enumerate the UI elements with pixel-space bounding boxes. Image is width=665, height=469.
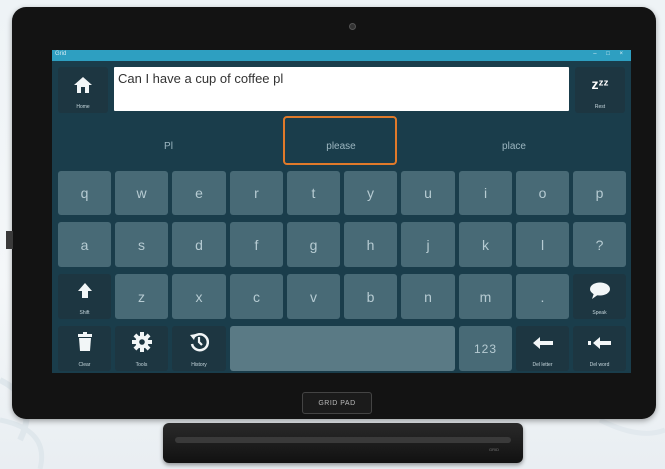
key-d[interactable]: d — [172, 222, 226, 267]
key-m[interactable]: m — [459, 274, 512, 319]
trash-icon — [58, 332, 111, 352]
key-j[interactable]: j — [401, 222, 455, 267]
gear-icon — [115, 332, 168, 352]
side-button — [6, 231, 13, 249]
bezel-logo: GRID PAD — [302, 392, 372, 414]
tools-button[interactable]: Tools — [115, 326, 168, 371]
title-bar: Grid – □ × — [52, 50, 631, 61]
key-n[interactable]: n — [401, 274, 455, 319]
key-u[interactable]: u — [401, 171, 455, 215]
shift-label: Shift — [79, 310, 90, 316]
history-label: History — [191, 362, 207, 368]
key-question-mark[interactable]: ? — [573, 222, 626, 267]
key-b[interactable]: b — [344, 274, 397, 319]
delete-letter-label: Del letter — [532, 362, 553, 368]
key-s[interactable]: s — [115, 222, 168, 267]
key-t[interactable]: t — [287, 171, 340, 215]
delete-letter-button[interactable]: Del letter — [516, 326, 569, 371]
speaker-grill — [175, 437, 511, 443]
message-window[interactable]: Can I have a cup of coffee pl — [114, 67, 569, 111]
key-period[interactable]: . — [516, 274, 569, 319]
key-l[interactable]: l — [516, 222, 569, 267]
speech-bubble-icon — [573, 282, 626, 300]
key-p[interactable]: p — [573, 171, 626, 215]
delete-word-button[interactable]: Del word — [573, 326, 626, 371]
prediction-3[interactable]: place — [397, 126, 631, 166]
rest-label: Rest — [594, 104, 606, 110]
tools-label: Tools — [135, 362, 148, 368]
delete-word-arrow-icon — [573, 336, 626, 350]
key-r[interactable]: r — [230, 171, 283, 215]
key-x[interactable]: x — [172, 274, 226, 319]
key-o[interactable]: o — [516, 171, 569, 215]
clear-label: Clear — [78, 362, 91, 368]
key-a[interactable]: a — [58, 222, 111, 267]
speak-label: Speak — [592, 310, 607, 316]
sleep-icon: zᶻᶻ — [591, 76, 609, 92]
shift-arrow-icon — [58, 282, 111, 300]
key-k[interactable]: k — [459, 222, 512, 267]
key-i[interactable]: i — [459, 171, 512, 215]
speaker-brand: GRID — [489, 447, 499, 452]
key-z[interactable]: z — [115, 274, 168, 319]
key-e[interactable]: e — [172, 171, 226, 215]
home-label: Home — [76, 104, 90, 110]
history-icon — [172, 332, 226, 352]
key-g[interactable]: g — [287, 222, 340, 267]
delete-word-label: Del word — [589, 362, 610, 368]
prediction-highlight — [283, 116, 397, 165]
key-c[interactable]: c — [230, 274, 283, 319]
space-bar[interactable] — [230, 326, 455, 371]
camera — [349, 23, 356, 30]
key-h[interactable]: h — [344, 222, 397, 267]
window-controls[interactable]: – □ × — [593, 51, 627, 57]
app-screen: Grid – □ × Home Can I have a cup of coff… — [52, 50, 631, 373]
key-f[interactable]: f — [230, 222, 283, 267]
prediction-1[interactable]: Pl — [52, 126, 285, 166]
key-w[interactable]: w — [115, 171, 168, 215]
message-text: Can I have a cup of coffee pl — [118, 71, 284, 86]
speak-button[interactable]: Speak — [573, 274, 626, 319]
home-icon — [58, 76, 108, 94]
key-q[interactable]: q — [58, 171, 111, 215]
key-v[interactable]: v — [287, 274, 340, 319]
window-title: Grid — [55, 51, 67, 57]
shift-button[interactable]: Shift — [58, 274, 111, 319]
clear-button[interactable]: Clear — [58, 326, 111, 371]
rest-button[interactable]: zᶻᶻ Rest — [575, 67, 625, 113]
speaker-bar: GRID — [163, 423, 523, 463]
home-button[interactable]: Home — [58, 67, 108, 113]
backspace-arrow-icon — [516, 336, 569, 350]
numbers-button[interactable]: 123 — [459, 326, 512, 371]
key-y[interactable]: y — [344, 171, 397, 215]
history-button[interactable]: History — [172, 326, 226, 371]
